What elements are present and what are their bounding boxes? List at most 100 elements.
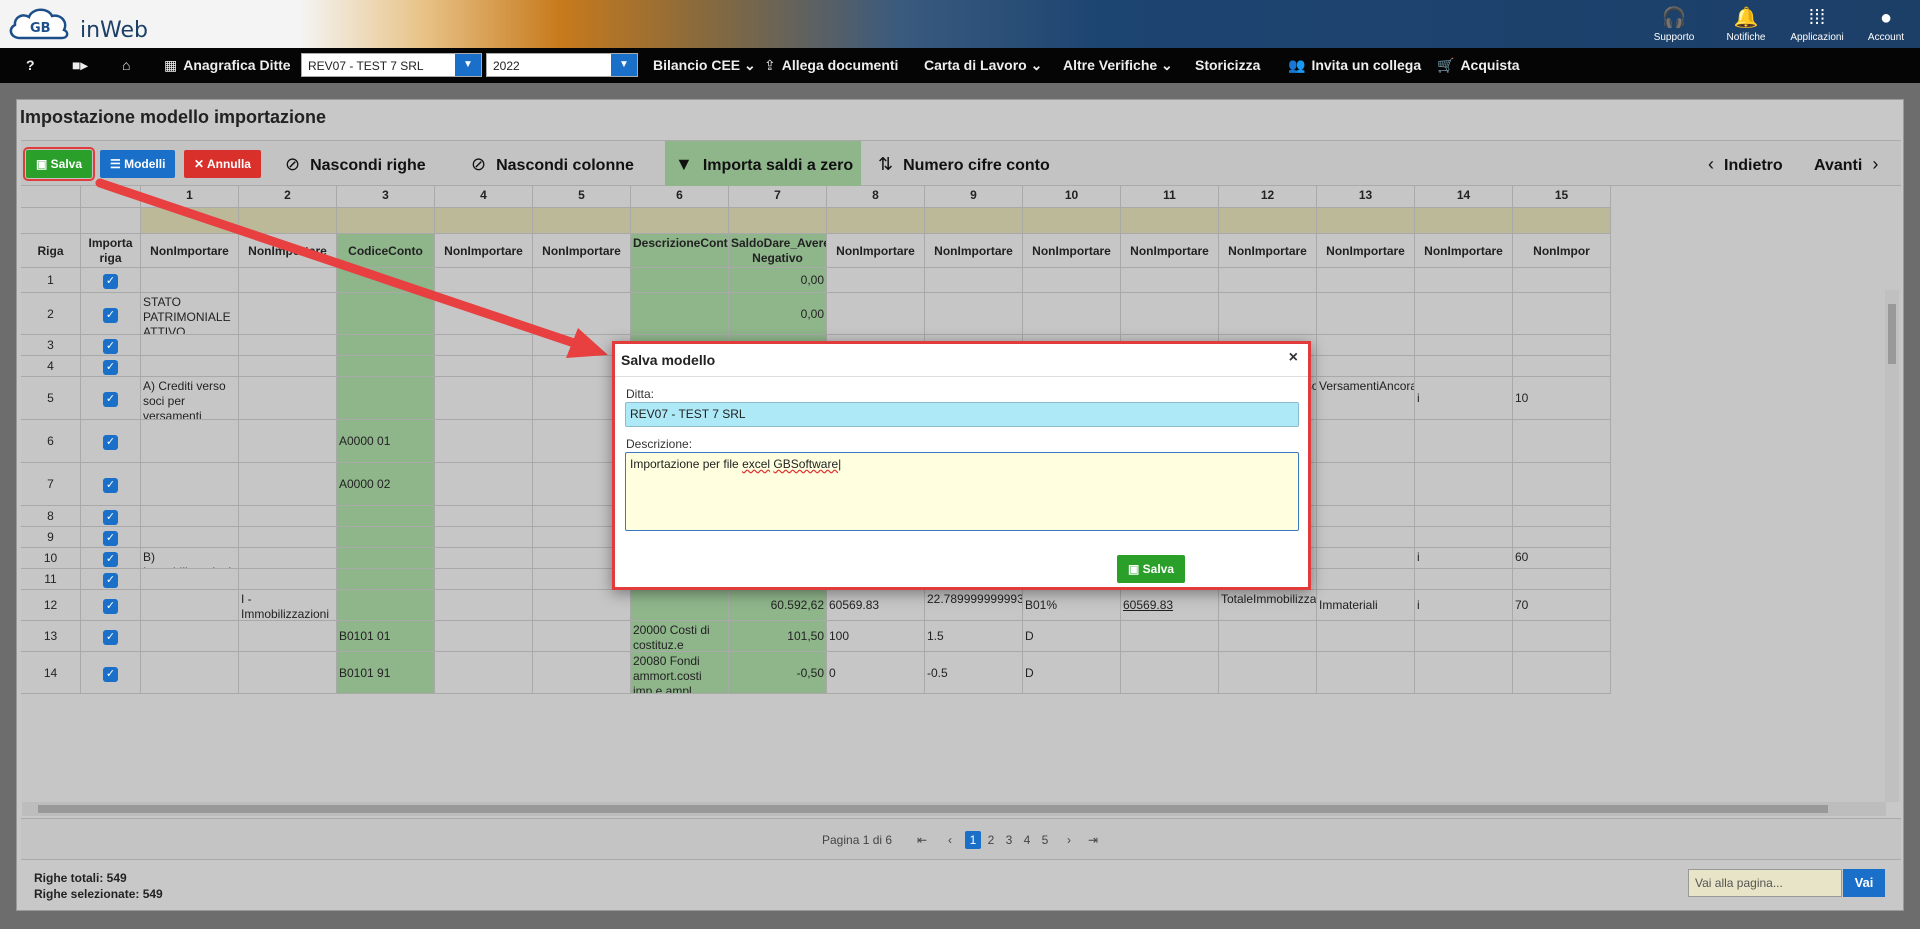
column-mapping-cell[interactable] — [827, 208, 925, 234]
table-cell[interactable] — [141, 590, 239, 621]
column-mapping-cell[interactable] — [925, 208, 1023, 234]
table-cell[interactable]: 70 — [1513, 590, 1611, 621]
next-page-icon[interactable]: › — [1061, 831, 1077, 849]
column-header[interactable]: DescrizioneConto — [631, 234, 729, 268]
column-number[interactable]: 10 — [1023, 186, 1121, 208]
column-mapping-cell[interactable] — [1317, 208, 1415, 234]
scrollbar-thumb[interactable] — [1888, 304, 1896, 364]
table-cell[interactable] — [533, 268, 631, 293]
table-cell[interactable]: D — [1023, 621, 1121, 652]
row-checkbox[interactable]: ✓ — [81, 377, 141, 420]
table-cell[interactable] — [1219, 293, 1317, 335]
scrollbar-thumb[interactable] — [38, 805, 1828, 813]
column-mapping-cell[interactable] — [141, 208, 239, 234]
table-cell[interactable] — [141, 335, 239, 356]
checkbox-icon[interactable]: ✓ — [103, 274, 118, 289]
column-number[interactable]: 4 — [435, 186, 533, 208]
table-cell[interactable] — [533, 652, 631, 694]
table-cell[interactable] — [631, 590, 729, 621]
checkbox-icon[interactable]: ✓ — [103, 531, 118, 546]
column-header[interactable]: SaldoDare_Avere Negativo — [729, 234, 827, 268]
table-cell[interactable]: 60.592,62 — [729, 590, 827, 621]
column-number[interactable]: 3 — [337, 186, 435, 208]
table-cell[interactable] — [435, 590, 533, 621]
table-cell[interactable]: 60 — [1513, 548, 1611, 569]
table-cell[interactable] — [337, 590, 435, 621]
table-cell[interactable] — [1513, 569, 1611, 590]
table-cell[interactable] — [1219, 268, 1317, 293]
row-checkbox[interactable]: ✓ — [81, 420, 141, 463]
checkbox-icon[interactable]: ✓ — [103, 510, 118, 525]
column-mapping-cell[interactable] — [1415, 208, 1513, 234]
table-cell[interactable]: B01% — [1023, 590, 1121, 621]
table-cell[interactable] — [1415, 463, 1513, 506]
table-cell[interactable]: 0 — [827, 652, 925, 694]
column-number[interactable]: 12 — [1219, 186, 1317, 208]
anagrafica-ditte-menu[interactable]: ▦ Anagrafica Ditte — [164, 48, 291, 83]
row-checkbox[interactable]: ✓ — [81, 590, 141, 621]
table-cell[interactable]: D — [1023, 652, 1121, 694]
table-cell[interactable] — [1415, 652, 1513, 694]
table-cell[interactable] — [1513, 293, 1611, 335]
table-cell[interactable] — [533, 621, 631, 652]
table-cell[interactable] — [435, 569, 533, 590]
table-cell[interactable]: 20000 Costi di costituz.e impianto — [631, 621, 729, 652]
save-button[interactable]: ▣ Salva — [22, 147, 96, 181]
table-cell[interactable] — [1219, 652, 1317, 694]
table-cell[interactable]: VersamentiAncoraDovuti — [1317, 377, 1415, 420]
column-mapping-cell[interactable] — [337, 208, 435, 234]
table-cell[interactable]: Immateriali — [1317, 590, 1415, 621]
video-icon[interactable]: ■▸ — [72, 48, 87, 83]
table-cell[interactable] — [1317, 420, 1415, 463]
table-cell[interactable]: i — [1415, 590, 1513, 621]
nascondi-colonne-button[interactable]: ⊘ Nascondi colonne — [471, 141, 634, 187]
table-cell[interactable] — [1415, 356, 1513, 377]
table-cell[interactable] — [1415, 420, 1513, 463]
column-number[interactable]: 5 — [533, 186, 631, 208]
row-checkbox[interactable]: ✓ — [81, 335, 141, 356]
table-cell[interactable] — [1121, 293, 1219, 335]
column-number[interactable]: 7 — [729, 186, 827, 208]
page-button-3[interactable]: 3 — [1001, 831, 1017, 849]
bilancio-cee-menu[interactable]: Bilancio CEE ⌄ — [653, 48, 756, 83]
nascondi-righe-button[interactable]: ⊘ Nascondi righe — [285, 141, 426, 187]
page-button-5[interactable]: 5 — [1037, 831, 1053, 849]
page-button-2[interactable]: 2 — [983, 831, 999, 849]
checkbox-icon[interactable]: ✓ — [103, 307, 118, 323]
ditta-field[interactable]: REV07 - TEST 7 SRL — [625, 402, 1299, 427]
column-header[interactable]: NonImpor — [1513, 234, 1611, 268]
table-cell[interactable] — [1317, 548, 1415, 569]
table-cell[interactable] — [239, 293, 337, 335]
column-header[interactable]: NonImportare — [1023, 234, 1121, 268]
row-checkbox[interactable]: ✓ — [81, 463, 141, 506]
table-cell[interactable] — [1513, 335, 1611, 356]
logo[interactable]: GB inWeb — [6, 4, 148, 46]
table-cell[interactable] — [141, 621, 239, 652]
table-cell[interactable]: TotaleImmobilizzazioni — [1219, 590, 1317, 621]
prev-page-icon[interactable]: ‹ — [942, 831, 958, 849]
table-cell[interactable]: -0.5 — [925, 652, 1023, 694]
checkbox-icon[interactable]: ✓ — [103, 392, 118, 407]
table-cell[interactable]: 60569.83 — [1121, 590, 1219, 621]
table-cell[interactable] — [337, 506, 435, 527]
table-cell[interactable] — [631, 293, 729, 335]
cancel-button[interactable]: ✕ Annulla — [184, 150, 261, 178]
table-cell[interactable] — [1121, 652, 1219, 694]
checkbox-icon[interactable]: ✓ — [103, 573, 118, 588]
table-cell[interactable] — [1513, 420, 1611, 463]
table-cell[interactable] — [337, 335, 435, 356]
column-mapping-cell[interactable] — [1121, 208, 1219, 234]
row-checkbox[interactable]: ✓ — [81, 527, 141, 548]
allega-documenti-menu[interactable]: ⇪ Allega documenti — [764, 48, 898, 83]
page-button-1[interactable]: 1 — [965, 831, 981, 849]
importa-saldi-button[interactable]: ▼ Importa saldi a zero — [665, 141, 862, 187]
table-cell[interactable] — [337, 356, 435, 377]
table-cell[interactable]: i — [1415, 548, 1513, 569]
table-cell[interactable]: 1.5 — [925, 621, 1023, 652]
storicizza-menu[interactable]: Storicizza — [1195, 48, 1260, 83]
table-cell[interactable] — [1415, 621, 1513, 652]
checkbox-icon[interactable]: ✓ — [103, 599, 118, 614]
carta-di-lavoro-menu[interactable]: Carta di Lavoro ⌄ — [924, 48, 1042, 83]
account-button[interactable]: ● Account — [1846, 4, 1920, 43]
column-mapping-cell[interactable] — [533, 208, 631, 234]
